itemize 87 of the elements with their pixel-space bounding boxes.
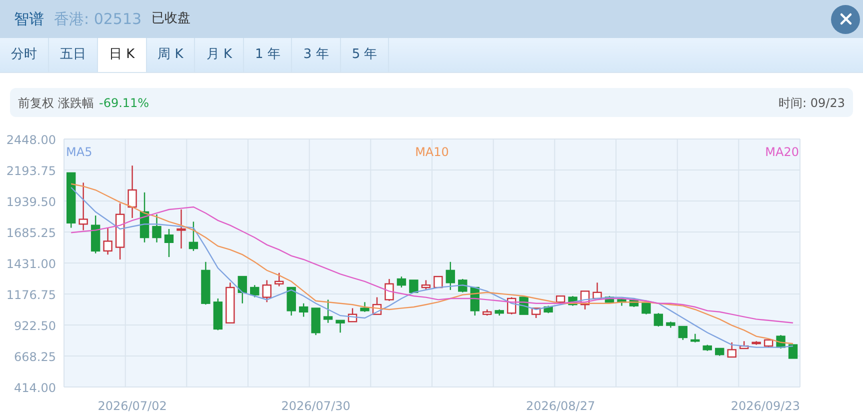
candlestick xyxy=(78,182,88,230)
period-tab[interactable]: 1 年 xyxy=(244,38,292,72)
candlestick xyxy=(360,302,370,312)
candlestick xyxy=(262,280,272,302)
stock-name: 智谱 xyxy=(14,8,44,30)
candlestick xyxy=(666,322,676,328)
candlestick xyxy=(176,209,186,248)
candlestick xyxy=(348,308,358,322)
y-axis-label: 414.00 xyxy=(14,381,56,395)
candlestick xyxy=(678,326,688,340)
candlestick xyxy=(617,298,626,306)
candlestick xyxy=(592,282,602,300)
change-value: -69.11% xyxy=(99,94,150,112)
candlestick xyxy=(188,222,198,251)
candlestick xyxy=(690,334,700,342)
candlestick xyxy=(311,308,320,336)
period-tab[interactable]: 分时 xyxy=(0,38,49,72)
time-label: 时间: 09/23 xyxy=(778,94,845,112)
x-axis-label: 2026/08/27 xyxy=(526,399,596,413)
candlestick xyxy=(409,280,418,293)
y-axis-label: 2193.75 xyxy=(6,164,56,178)
candlestick xyxy=(654,313,664,327)
period-tab[interactable]: 周 K xyxy=(146,38,196,72)
candlestick xyxy=(727,342,736,358)
candlestick xyxy=(250,285,260,298)
candlestick xyxy=(470,286,480,316)
candlestick xyxy=(446,262,456,290)
candlestick xyxy=(482,309,492,316)
candlestick xyxy=(788,344,798,359)
candlestick xyxy=(604,296,614,303)
y-axis-label: 1939.50 xyxy=(6,195,56,209)
y-axis-label: 2448.00 xyxy=(6,133,56,147)
candlestick xyxy=(494,309,504,316)
candlestick xyxy=(274,272,284,286)
x-axis-label: 2026/09/23 xyxy=(730,399,800,413)
change-label: 涨跌幅 xyxy=(58,94,94,112)
candlestick xyxy=(164,228,174,258)
candlestick xyxy=(764,339,774,348)
candlestick xyxy=(90,216,100,254)
candlestick xyxy=(66,172,76,228)
period-tab[interactable]: 日 K xyxy=(98,38,147,72)
candlestick xyxy=(642,302,651,314)
candlestick xyxy=(323,300,333,323)
candlestick xyxy=(531,308,541,318)
candlestick xyxy=(298,303,308,317)
candlestick xyxy=(336,320,345,333)
candlestick xyxy=(115,203,125,260)
candlestick xyxy=(140,192,150,242)
candlestick xyxy=(213,298,223,330)
y-axis-label: 1431.00 xyxy=(6,257,56,271)
period-tab[interactable]: 5 年 xyxy=(340,38,390,72)
candlestick xyxy=(384,278,394,301)
period-tab[interactable]: 月 K xyxy=(195,38,244,72)
y-axis-label: 1685.25 xyxy=(6,226,56,240)
x-axis-label: 2026/07/02 xyxy=(98,399,167,413)
market-code: 香港: 02513 xyxy=(54,8,142,30)
candlestick xyxy=(286,286,296,316)
y-axis-label: 1176.75 xyxy=(6,288,56,302)
legend-label: MA5 xyxy=(66,145,92,159)
candlestick xyxy=(580,290,590,310)
candlestick xyxy=(715,348,724,356)
legend-label: MA10 xyxy=(415,145,449,159)
candlestick xyxy=(372,297,382,315)
adjustment-label: 前复权 xyxy=(18,94,54,112)
market-status: 已收盘 xyxy=(152,10,191,28)
candlestick xyxy=(544,306,553,314)
y-axis-label: 922.50 xyxy=(14,319,56,333)
legend-label: MA20 xyxy=(765,145,799,159)
x-axis-label: 2026/07/30 xyxy=(281,399,350,413)
candlestick xyxy=(201,262,210,305)
candlestick xyxy=(238,276,247,304)
candlestick xyxy=(458,278,468,292)
period-tab[interactable]: 3 年 xyxy=(292,38,341,72)
candlestick xyxy=(752,341,761,345)
candlestick xyxy=(776,335,786,348)
candlestick xyxy=(396,276,406,288)
candlestick xyxy=(434,276,443,288)
candlestick xyxy=(739,341,749,350)
close-button[interactable] xyxy=(831,4,860,34)
y-axis-label: 668.25 xyxy=(14,350,56,364)
candlestick xyxy=(702,344,712,351)
candlestick xyxy=(421,280,431,290)
candlestick xyxy=(556,295,566,304)
candlestick xyxy=(226,282,235,324)
candlestick xyxy=(152,214,162,242)
candlestick xyxy=(128,166,137,218)
candlestick xyxy=(103,228,112,255)
